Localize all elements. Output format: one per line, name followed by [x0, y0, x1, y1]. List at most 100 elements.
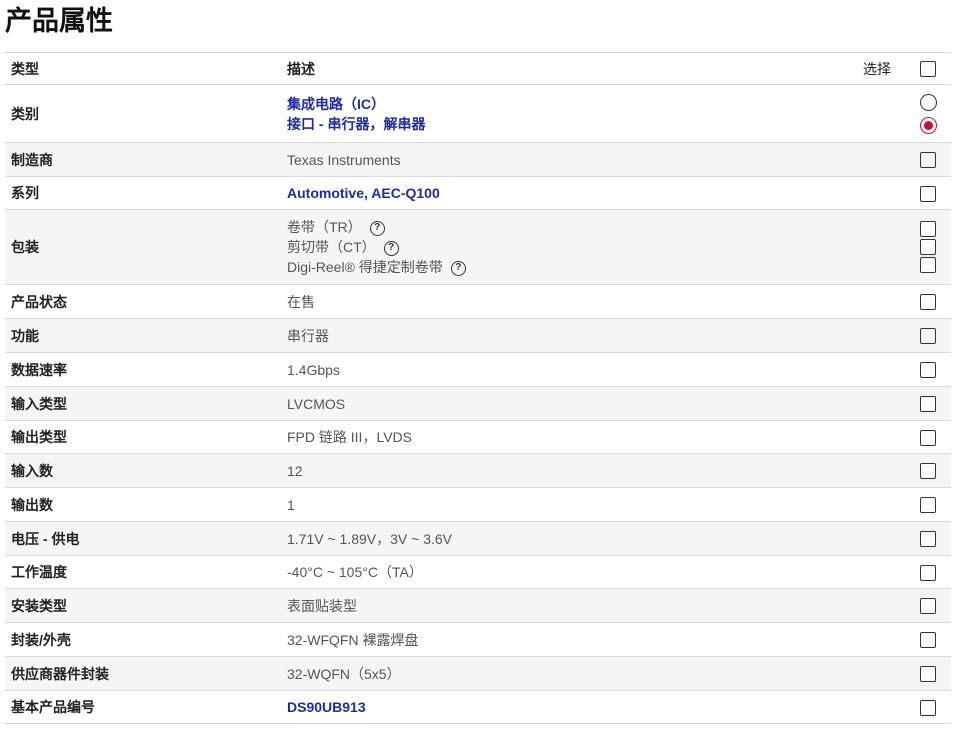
table-row-temperature: 工作温度 -40°C ~ 105°C（TA） [5, 555, 951, 589]
row-label: 制造商 [5, 142, 281, 177]
table-header: 类型 描述 选择 [5, 52, 951, 85]
series-link[interactable]: Automotive, AEC-Q100 [281, 176, 905, 210]
row-label: 封装/外壳 [5, 622, 281, 657]
row-value: 1 [281, 487, 905, 522]
manufacturer-checkbox[interactable] [920, 152, 936, 169]
row-value: FPD 链路 III，LVDS [281, 420, 905, 454]
row-value: 12 [281, 453, 905, 488]
header-desc: 描述 [281, 52, 561, 85]
package-case-checkbox[interactable] [920, 632, 936, 649]
row-value: 32-WFQFN 裸露焊盘 [281, 622, 905, 657]
table-row-voltage: 电压 - 供电 1.71V ~ 1.89V，3V ~ 3.6V [5, 521, 951, 556]
row-control [905, 142, 951, 177]
voltage-checkbox[interactable] [920, 531, 936, 548]
row-label: 电压 - 供电 [5, 521, 281, 556]
row-control [905, 176, 951, 210]
table-row-package-case: 封装/外壳 32-WFQFN 裸露焊盘 [5, 622, 951, 657]
question-circle-icon[interactable]: ? [450, 260, 466, 276]
question-circle-icon[interactable]: ? [383, 240, 399, 256]
row-value: 卷带（TR）? 剪切带（CT）? Digi-Reel® 得捷定制卷带? [281, 209, 905, 285]
row-control [905, 656, 951, 691]
data-rate-checkbox[interactable] [920, 362, 936, 379]
table-row-base-part: 基本产品编号 DS90UB913 [5, 690, 951, 724]
row-value: Texas Instruments [281, 142, 905, 177]
page-title: 产品属性 [5, 6, 113, 37]
table-row-function: 功能 串行器 [5, 318, 951, 353]
status-checkbox[interactable] [920, 294, 936, 311]
table-row-supplier-package: 供应商器件封装 32-WQFN（5x5） [5, 656, 951, 691]
row-control [905, 84, 951, 143]
function-checkbox[interactable] [920, 328, 936, 345]
series-checkbox[interactable] [920, 185, 936, 202]
packaging-option-tr: 卷带（TR） [287, 219, 362, 235]
table-row-num-inputs: 输入数 12 [5, 453, 951, 488]
row-value: 1.71V ~ 1.89V，3V ~ 3.6V [281, 521, 905, 556]
row-label: 系列 [5, 176, 281, 210]
row-control [905, 352, 951, 387]
row-label: 包装 [5, 209, 281, 285]
row-value: 集成电路（IC） 接口 - 串行器，解串器 [281, 84, 905, 143]
table-row-packaging: 包装 卷带（TR）? 剪切带（CT）? Digi-Reel® 得捷定制卷带? [5, 209, 951, 285]
temperature-checkbox[interactable] [920, 564, 936, 581]
row-label: 基本产品编号 [5, 690, 281, 724]
row-control [905, 453, 951, 488]
header-select: 选择 [560, 52, 905, 85]
table-row-series: 系列 Automotive, AEC-Q100 [5, 176, 951, 210]
row-label: 供应商器件封装 [5, 656, 281, 691]
question-circle-icon[interactable]: ? [369, 220, 385, 236]
input-type-checkbox[interactable] [920, 396, 936, 413]
packaging-checkbox-ct[interactable] [920, 239, 936, 255]
table-row-category: 类别 集成电路（IC） 接口 - 串行器，解串器 [5, 84, 951, 143]
row-label: 输入数 [5, 453, 281, 488]
row-label: 输出类型 [5, 420, 281, 454]
row-control [905, 588, 951, 623]
row-control [905, 284, 951, 319]
category-radio-ic[interactable] [919, 93, 937, 111]
table-row-num-outputs: 输出数 1 [5, 487, 951, 522]
row-label: 功能 [5, 318, 281, 353]
row-label: 产品状态 [5, 284, 281, 319]
num-outputs-checkbox[interactable] [920, 497, 936, 514]
header-type: 类型 [5, 52, 281, 85]
row-label: 工作温度 [5, 555, 281, 589]
row-control [905, 555, 951, 589]
row-value: 在售 [281, 284, 905, 319]
base-part-checkbox[interactable] [920, 699, 936, 716]
product-attributes-table: 类型 描述 选择 类别 集成电路（IC） 接口 - 串行器，解串器 制造商 Te… [5, 52, 951, 724]
row-control [905, 487, 951, 522]
output-type-checkbox[interactable] [920, 429, 936, 446]
category-radio-serdes[interactable] [919, 116, 937, 134]
row-label: 安装类型 [5, 588, 281, 623]
select-all-checkbox[interactable] [920, 61, 936, 78]
table-row-output-type: 输出类型 FPD 链路 III，LVDS [5, 420, 951, 454]
row-control [905, 420, 951, 454]
row-value: -40°C ~ 105°C（TA） [281, 555, 905, 589]
row-control [905, 690, 951, 724]
supplier-package-checkbox[interactable] [920, 666, 936, 683]
packaging-checkbox-tr[interactable] [920, 221, 936, 237]
category-link-serdes[interactable]: 接口 - 串行器，解串器 [287, 116, 425, 132]
row-label: 输入类型 [5, 386, 281, 421]
row-control [905, 209, 951, 285]
table-row-mounting: 安装类型 表面贴装型 [5, 588, 951, 623]
row-control [905, 386, 951, 421]
header-select-all [905, 52, 951, 85]
packaging-checkbox-digireel[interactable] [920, 257, 936, 273]
row-label: 数据速率 [5, 352, 281, 387]
row-control [905, 622, 951, 657]
table-row-data-rate: 数据速率 1.4Gbps [5, 352, 951, 387]
category-link-ic[interactable]: 集成电路（IC） [287, 96, 385, 112]
row-control [905, 521, 951, 556]
table-row-manufacturer: 制造商 Texas Instruments [5, 142, 951, 177]
row-label: 类别 [5, 84, 281, 143]
packaging-option-digireel: Digi-Reel® 得捷定制卷带 [287, 259, 443, 275]
base-part-link[interactable]: DS90UB913 [281, 690, 905, 724]
mounting-checkbox[interactable] [920, 598, 936, 615]
row-value: 32-WQFN（5x5） [281, 656, 905, 691]
row-value: 串行器 [281, 318, 905, 353]
row-value: 表面贴装型 [281, 588, 905, 623]
num-inputs-checkbox[interactable] [920, 463, 936, 480]
packaging-option-ct: 剪切带（CT） [287, 239, 376, 255]
table-row-input-type: 输入类型 LVCMOS [5, 386, 951, 421]
table-row-status: 产品状态 在售 [5, 284, 951, 319]
